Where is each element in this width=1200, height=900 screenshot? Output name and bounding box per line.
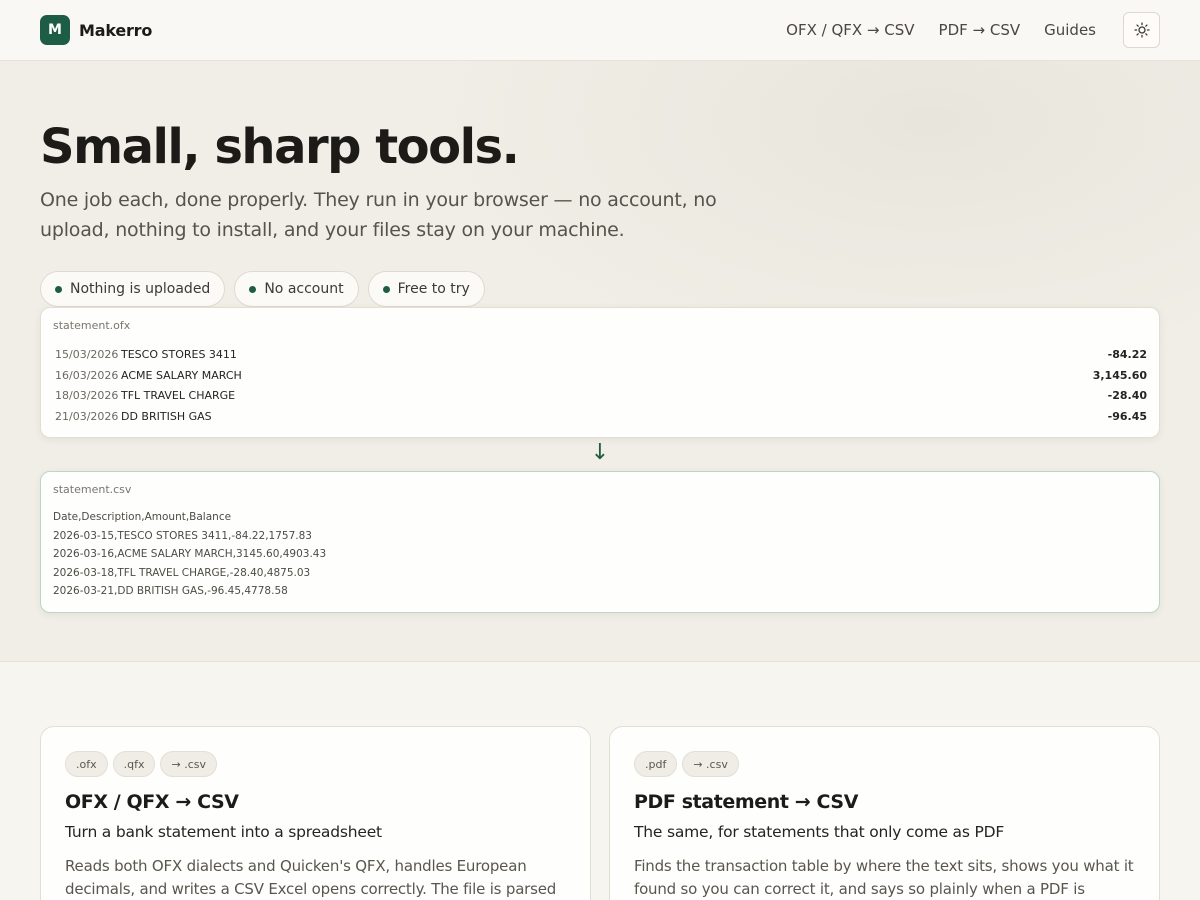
row-date: 15/03/2026 <box>55 348 119 361</box>
row-description: TFL TRAVEL CHARGE <box>121 389 236 402</box>
row-amount: -84.22 <box>1107 348 1147 361</box>
pill-free-to-try: Free to try <box>367 271 485 307</box>
pill-nothing-uploaded: Nothing is uploaded <box>40 271 226 307</box>
ofx-filename: statement.ofx <box>53 319 131 332</box>
nav-link-guides[interactable]: Guides <box>1044 21 1096 39</box>
table-row: 16/03/2026 ACME SALARY MARCH 3,145.60 <box>55 366 1147 387</box>
csv-preview-card: statement.csv Date,Description,Amount,Ba… <box>40 471 1160 613</box>
tool-tags: .pdf → .csv <box>634 751 744 777</box>
row-date: 21/03/2026 <box>55 409 119 423</box>
arrow-down-icon: ↓ <box>590 440 610 465</box>
tag: .qfx <box>112 751 156 777</box>
site-header: M Makerro OFX / QFX → CSV PDF → CSV Guid… <box>0 0 1200 61</box>
tag: → .csv <box>160 751 217 777</box>
tool-description: Reads both OFX dialects and Quicken's QF… <box>65 857 557 898</box>
nav-link-ofx-csv[interactable]: OFX / QFX → CSV <box>786 21 914 39</box>
csv-line: 2026-03-15,TESCO STORES 3411,-84.22,1757… <box>53 529 312 542</box>
pill-no-account: No account <box>234 271 359 307</box>
ofx-transaction-table: 15/03/2026 TESCO STORES 3411 -84.22 16/03/… <box>55 345 1147 427</box>
row-description: TESCO STORES 3411 <box>121 348 237 361</box>
hero-subtitle: One job each, done properly. They run in… <box>40 189 717 241</box>
brand-logo[interactable]: M Makerro <box>40 15 152 45</box>
row-amount: 3,145.60 <box>1092 368 1147 382</box>
green-dot-icon <box>55 285 62 293</box>
main-nav: OFX / QFX → CSV PDF → CSV Guides <box>762 0 1096 60</box>
row-description: DD BRITISH GAS <box>121 409 212 423</box>
tool-tags: .ofx .qfx → .csv <box>65 751 222 777</box>
table-row: 15/03/2026 TESCO STORES 3411 -84.22 <box>55 345 1147 366</box>
row-description: ACME SALARY MARCH <box>121 368 242 382</box>
csv-output: Date,Description,Amount,Balance 2026-03-… <box>53 508 326 601</box>
csv-line: 2026-03-16,ACME SALARY MARCH,3145.60,490… <box>53 548 327 560</box>
tool-title: PDF statement → CSV <box>634 791 858 813</box>
csv-filename: statement.csv <box>53 483 132 496</box>
nav-link-pdf-csv[interactable]: PDF → CSV <box>939 21 1021 39</box>
hero-title: Small, sharp tools. <box>40 119 520 175</box>
tool-description: Finds the transaction table by where the… <box>634 857 1134 898</box>
table-row: 21/03/2026 DD BRITISH GAS -96.45 <box>55 407 1147 428</box>
csv-line: Date,Description,Amount,Balance <box>53 511 232 523</box>
tag: .ofx <box>65 751 108 777</box>
row-date: 16/03/2026 <box>55 368 119 382</box>
theme-toggle-button[interactable] <box>1123 12 1160 48</box>
row-date: 18/03/2026 <box>55 389 119 402</box>
tool-card-ofx[interactable]: .ofx .qfx → .csv OFX / QFX → CSV Turn a … <box>40 726 591 900</box>
green-dot-icon <box>249 285 257 293</box>
csv-line: 2026-03-21,DD BRITISH GAS,-96.45,4778.58 <box>53 585 288 597</box>
tool-subtitle: Turn a bank statement into a spreadsheet <box>65 823 382 841</box>
feature-pills: Nothing is uploaded No account Free to t… <box>40 271 494 307</box>
sun-icon <box>1133 22 1150 38</box>
brand-name: Makerro <box>79 20 153 40</box>
brand-mark: M <box>40 15 70 45</box>
green-dot-icon <box>382 285 390 293</box>
tool-card-pdf[interactable]: .pdf → .csv PDF statement → CSV The same… <box>609 726 1160 900</box>
row-amount: -28.40 <box>1107 389 1147 402</box>
csv-line: 2026-03-18,TFL TRAVEL CHARGE,-28.40,4875… <box>53 566 311 579</box>
row-amount: -96.45 <box>1107 409 1147 423</box>
ofx-preview-card: statement.ofx 15/03/2026 TESCO STORES 341… <box>40 307 1160 438</box>
tag: .pdf <box>634 751 678 777</box>
tool-title: OFX / QFX → CSV <box>65 791 239 813</box>
table-row: 18/03/2026 TFL TRAVEL CHARGE -28.40 <box>55 386 1147 407</box>
tool-subtitle: The same, for statements that only come … <box>634 823 1005 841</box>
tag: → .csv <box>682 751 739 777</box>
hero-section: Small, sharp tools. One job each, done p… <box>0 61 1200 662</box>
